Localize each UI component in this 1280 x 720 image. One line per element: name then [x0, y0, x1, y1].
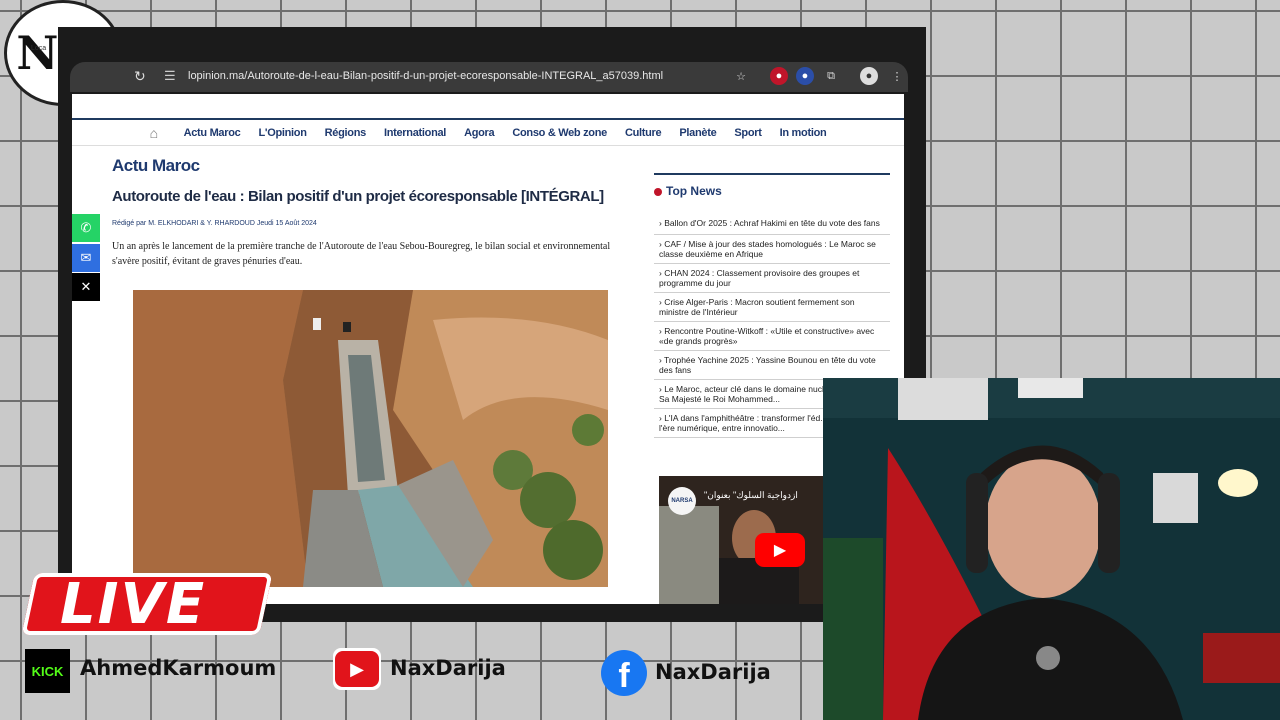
logo-small-text: Loca: [31, 45, 47, 52]
nav-item[interactable]: International: [384, 127, 446, 139]
list-item-text[interactable]: Crise Alger-Paris : Macron soutient ferm…: [659, 297, 855, 317]
facebook-icon: f: [601, 650, 647, 696]
youtube-handle: NaxDarija: [390, 656, 506, 680]
home-icon[interactable]: ⌂: [150, 126, 166, 140]
article-image: [133, 290, 608, 587]
nav-item[interactable]: Sport: [734, 127, 762, 139]
profile-icon[interactable]: ●: [860, 67, 878, 85]
nav-item[interactable]: Agora: [464, 127, 495, 139]
top-news-heading: Top News: [654, 184, 722, 198]
top-news-rule: [654, 173, 890, 175]
site-info-icon[interactable]: ☰: [164, 68, 180, 86]
channel-avatar[interactable]: NARSA: [668, 487, 696, 515]
reload-icon[interactable]: ↻: [134, 68, 148, 86]
section-title[interactable]: Actu Maroc: [112, 156, 200, 176]
nav-item[interactable]: Planète: [679, 127, 716, 139]
list-item-text[interactable]: Trophée Yachine 2025 : Yassine Bounou en…: [659, 355, 876, 375]
list-item[interactable]: › Crise Alger-Paris : Macron soutient fe…: [654, 293, 890, 322]
facebook-handle: NaxDarija: [655, 660, 771, 684]
address-bar[interactable]: lopinion.ma/Autoroute-de-l-eau-Bilan-pos…: [188, 70, 708, 86]
site-nav: ⌂ Actu Maroc L'Opinion Régions Internati…: [72, 118, 904, 146]
kick-handle: AhmedKarmoum: [80, 656, 277, 680]
bullet-icon: [654, 187, 662, 196]
list-item[interactable]: › Trophée Yachine 2025 : Yassine Bounou …: [654, 351, 890, 380]
video-title[interactable]: "ازدواجية السلوك" بعنوان: [704, 490, 824, 501]
article-lead: Un an après le lancement de la première …: [112, 241, 611, 267]
messenger-icon[interactable]: ✉: [72, 244, 100, 272]
list-item[interactable]: › CHAN 2024 : Classement provisoire des …: [654, 264, 890, 293]
nav-item[interactable]: Culture: [625, 127, 662, 139]
play-icon[interactable]: ▶: [755, 533, 805, 567]
extension-icon[interactable]: ●: [770, 67, 788, 85]
puzzle-icon[interactable]: ⧉: [822, 67, 840, 85]
whatsapp-icon[interactable]: ✆: [72, 214, 100, 242]
nav-item[interactable]: In motion: [780, 127, 827, 139]
star-icon[interactable]: ☆: [732, 67, 750, 85]
article-title: Autoroute de l'eau : Bilan positif d'un …: [112, 188, 604, 205]
list-item-text[interactable]: CHAN 2024 : Classement provisoire des gr…: [659, 268, 859, 288]
x-icon[interactable]: ✕: [72, 273, 100, 301]
nav-item[interactable]: L'Opinion: [258, 127, 306, 139]
list-item[interactable]: › CAF / Mise à jour des stades homologué…: [654, 235, 890, 264]
youtube-icon: ▶: [333, 648, 381, 690]
list-item-text[interactable]: Ballon d'Or 2025 : Achraf Hakimi en tête…: [664, 218, 880, 228]
top-news-label: Top News: [666, 184, 722, 198]
nav-item[interactable]: Actu Maroc: [184, 127, 241, 139]
webcam-feed: [823, 378, 1280, 720]
list-item-text[interactable]: CAF / Mise à jour des stades homologués …: [659, 239, 876, 259]
kick-icon: KICK: [25, 649, 70, 693]
nav-item[interactable]: Régions: [325, 127, 367, 139]
nav-item[interactable]: Conso & Web zone: [512, 127, 607, 139]
list-item-text[interactable]: Rencontre Poutine-Witkoff : «Utile et co…: [659, 326, 874, 346]
list-item[interactable]: › Ballon d'Or 2025 : Achraf Hakimi en tê…: [654, 214, 890, 235]
article-byline: Rédigé par M. ELKHODARI & Y. RHARDOUD Je…: [112, 220, 317, 227]
extension-icon[interactable]: ●: [796, 67, 814, 85]
menu-icon[interactable]: ⋮: [888, 67, 906, 85]
live-label: LIVE: [60, 572, 207, 637]
list-item[interactable]: › Rencontre Poutine-Witkoff : «Utile et …: [654, 322, 890, 351]
